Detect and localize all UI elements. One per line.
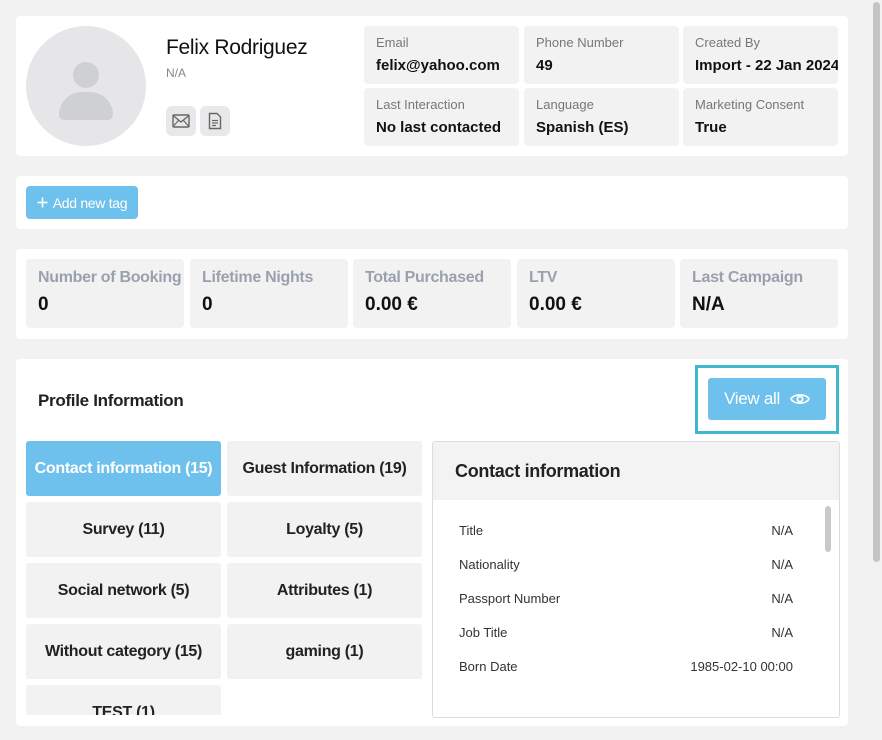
info-value: 49 bbox=[536, 57, 553, 74]
eye-icon bbox=[789, 394, 810, 404]
info-label: Email bbox=[376, 35, 409, 50]
category-contact-information[interactable]: Contact information (15) bbox=[26, 441, 221, 496]
stat-label: Number of Booking bbox=[38, 269, 182, 286]
envelope-icon bbox=[172, 114, 190, 128]
info-value: felix@yahoo.com bbox=[376, 57, 500, 74]
detail-key: Nationality bbox=[459, 557, 520, 572]
detail-value: N/A bbox=[771, 591, 793, 606]
stat-value: 0 bbox=[202, 294, 213, 315]
category-guest-information[interactable]: Guest Information (19) bbox=[227, 441, 422, 496]
stat-label: Last Campaign bbox=[692, 269, 803, 286]
stat-label: Lifetime Nights bbox=[202, 269, 314, 286]
view-document-button[interactable] bbox=[200, 106, 230, 136]
category-detail-panel: Contact information Title N/A Nationalit… bbox=[432, 441, 840, 718]
detail-row: Title N/A bbox=[459, 523, 793, 543]
page-scrollbar-thumb[interactable] bbox=[873, 2, 880, 562]
stat-number-of-booking: Number of Booking 0 bbox=[26, 259, 184, 328]
info-phone: Phone Number 49 bbox=[524, 26, 679, 84]
detail-value: 1985-02-10 00:00 bbox=[690, 659, 793, 674]
tags-card: Add new tag bbox=[16, 176, 848, 229]
info-label: Marketing Consent bbox=[695, 97, 805, 112]
add-tag-button[interactable]: Add new tag bbox=[26, 186, 138, 219]
category-survey[interactable]: Survey (11) bbox=[26, 502, 221, 557]
detail-row: Born Date 1985-02-10 00:00 bbox=[459, 659, 793, 679]
send-email-button[interactable] bbox=[166, 106, 196, 136]
contact-header-card: Felix Rodriguez N/A Email felix@yahoo.co… bbox=[16, 16, 848, 156]
detail-key: Job Title bbox=[459, 625, 508, 640]
stat-value: N/A bbox=[692, 294, 725, 315]
stat-lifetime-nights: Lifetime Nights 0 bbox=[190, 259, 348, 328]
contact-subtitle: N/A bbox=[166, 66, 187, 80]
plus-icon bbox=[37, 197, 48, 208]
info-created-by: Created By Import - 22 Jan 2024 bbox=[683, 26, 838, 84]
avatar bbox=[26, 26, 146, 146]
stat-label: LTV bbox=[529, 269, 558, 286]
detail-scrollbar[interactable] bbox=[825, 506, 831, 552]
category-list: Contact information (15) Guest Informati… bbox=[26, 441, 422, 715]
detail-key: Born Date bbox=[459, 659, 518, 674]
info-value: True bbox=[695, 119, 727, 136]
category-attributes[interactable]: Attributes (1) bbox=[227, 563, 422, 618]
info-marketing-consent: Marketing Consent True bbox=[683, 88, 838, 146]
stat-value: 0.00 € bbox=[365, 294, 418, 315]
info-value: Import - 22 Jan 2024 bbox=[695, 57, 838, 74]
info-label: Language bbox=[536, 97, 594, 112]
profile-information-card: Profile Information View all Contact inf… bbox=[16, 359, 848, 726]
info-label: Last Interaction bbox=[376, 97, 465, 112]
stat-value: 0.00 € bbox=[529, 294, 582, 315]
contact-name: Felix Rodriguez bbox=[166, 36, 308, 59]
category-without-category[interactable]: Without category (15) bbox=[26, 624, 221, 679]
document-icon bbox=[208, 112, 222, 130]
category-loyalty[interactable]: Loyalty (5) bbox=[227, 502, 422, 557]
info-label: Created By bbox=[695, 35, 761, 50]
stat-last-campaign: Last Campaign N/A bbox=[680, 259, 838, 328]
info-email: Email felix@yahoo.com bbox=[364, 26, 519, 84]
detail-title: Contact information bbox=[433, 442, 839, 500]
info-language: Language Spanish (ES) bbox=[524, 88, 679, 146]
stat-value: 0 bbox=[38, 294, 49, 315]
view-all-label: View all bbox=[724, 389, 780, 408]
info-last-interaction: Last Interaction No last contacted bbox=[364, 88, 519, 146]
stat-total-purchased: Total Purchased 0.00 € bbox=[353, 259, 511, 328]
category-social-network[interactable]: Social network (5) bbox=[26, 563, 221, 618]
profile-information-title: Profile Information bbox=[38, 391, 184, 410]
avatar-head-shape bbox=[73, 62, 99, 88]
info-value: No last contacted bbox=[376, 119, 502, 136]
detail-row: Passport Number N/A bbox=[459, 591, 793, 611]
category-test[interactable]: TEST (1) bbox=[26, 685, 221, 715]
stat-label: Total Purchased bbox=[365, 269, 484, 286]
detail-value: N/A bbox=[771, 625, 793, 640]
view-all-button[interactable]: View all bbox=[708, 378, 826, 420]
avatar-body-shape bbox=[59, 92, 113, 120]
detail-key: Title bbox=[459, 523, 484, 538]
detail-key: Passport Number bbox=[459, 591, 561, 606]
info-label: Phone Number bbox=[536, 35, 624, 50]
info-value: Spanish (ES) bbox=[536, 119, 629, 136]
category-gaming[interactable]: gaming (1) bbox=[227, 624, 422, 679]
stat-ltv: LTV 0.00 € bbox=[517, 259, 675, 328]
stats-card: Number of Booking 0 Lifetime Nights 0 To… bbox=[16, 249, 848, 339]
detail-row: Nationality N/A bbox=[459, 557, 793, 577]
detail-value: N/A bbox=[771, 557, 793, 572]
detail-row: Job Title N/A bbox=[459, 625, 793, 645]
page-scrollbar-track bbox=[871, 0, 882, 740]
add-tag-label: Add new tag bbox=[52, 194, 128, 211]
detail-value: N/A bbox=[771, 523, 793, 538]
